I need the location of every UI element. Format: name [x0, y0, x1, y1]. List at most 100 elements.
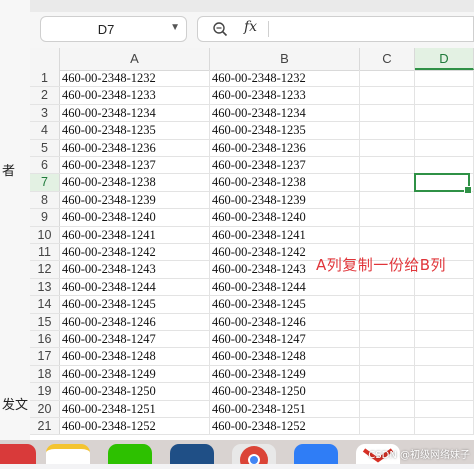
cell-a[interactable]: 460-00-2348-1252: [60, 418, 210, 435]
cell-d[interactable]: [415, 104, 474, 122]
row-header[interactable]: 4: [30, 122, 60, 139]
cell-a[interactable]: 460-00-2348-1248: [60, 348, 210, 365]
cell-d[interactable]: [415, 296, 474, 313]
cell-c[interactable]: [360, 226, 415, 243]
cell-a[interactable]: 460-00-2348-1233: [60, 87, 210, 104]
cell-b[interactable]: 460-00-2348-1252: [210, 418, 360, 435]
cell-b[interactable]: 460-00-2348-1248: [210, 348, 360, 365]
cell-b[interactable]: 460-00-2348-1237: [210, 157, 360, 174]
fill-handle[interactable]: [464, 186, 472, 195]
spreadsheet-grid[interactable]: A B C D 1 460-00-2348-1232 460-00-2348-123…: [30, 48, 474, 440]
cell-d[interactable]: [415, 313, 474, 330]
cell-b[interactable]: 460-00-2348-1232: [210, 70, 360, 87]
cell-c[interactable]: [360, 400, 415, 417]
cell-d[interactable]: [415, 226, 474, 243]
cell-b[interactable]: 460-00-2348-1246: [210, 313, 360, 330]
cell-b[interactable]: 460-00-2348-1241: [210, 226, 360, 243]
row-header[interactable]: 5: [30, 139, 60, 156]
row-header[interactable]: 1: [30, 70, 60, 87]
cell-c[interactable]: [360, 331, 415, 348]
formula-input[interactable]: fx: [197, 16, 474, 42]
cell-c[interactable]: [360, 139, 415, 156]
cell-d[interactable]: [415, 400, 474, 417]
cell-b[interactable]: 460-00-2348-1247: [210, 331, 360, 348]
cell-c[interactable]: [360, 70, 415, 87]
name-box[interactable]: D7 ▼: [40, 16, 187, 42]
cell-d[interactable]: [415, 122, 474, 139]
row-header[interactable]: 13: [30, 278, 60, 296]
row-header[interactable]: 19: [30, 383, 60, 400]
cell-a[interactable]: 460-00-2348-1243: [60, 261, 210, 278]
cell-a[interactable]: 460-00-2348-1245: [60, 296, 210, 313]
cell-c[interactable]: [360, 191, 415, 209]
cell-c[interactable]: [360, 278, 415, 296]
cell-a[interactable]: 460-00-2348-1242: [60, 244, 210, 261]
cell-a[interactable]: 460-00-2348-1244: [60, 278, 210, 296]
row-header[interactable]: 3: [30, 104, 60, 122]
row-header[interactable]: 12: [30, 261, 60, 278]
row-header[interactable]: 21: [30, 418, 60, 435]
row-header[interactable]: 15: [30, 313, 60, 330]
wechat-icon[interactable]: [108, 444, 152, 464]
app-red-icon[interactable]: [0, 444, 36, 464]
cell-b[interactable]: 460-00-2348-1236: [210, 139, 360, 156]
cell-b[interactable]: 460-00-2348-1244: [210, 278, 360, 296]
cell-a[interactable]: 460-00-2348-1234: [60, 104, 210, 122]
cell-b[interactable]: 460-00-2348-1234: [210, 104, 360, 122]
cell-c[interactable]: [360, 122, 415, 139]
notes-icon[interactable]: [46, 444, 90, 464]
cell-d[interactable]: [415, 157, 474, 174]
row-header[interactable]: 20: [30, 400, 60, 417]
cell-d[interactable]: [415, 209, 474, 226]
row-header[interactable]: 7: [30, 174, 60, 191]
cell-a[interactable]: 460-00-2348-1251: [60, 400, 210, 417]
cell-c[interactable]: [360, 296, 415, 313]
cell-a[interactable]: 460-00-2348-1236: [60, 139, 210, 156]
cell-c[interactable]: [360, 209, 415, 226]
cell-b[interactable]: 460-00-2348-1239: [210, 191, 360, 209]
cell-b[interactable]: 460-00-2348-1235: [210, 122, 360, 139]
cell-a[interactable]: 460-00-2348-1250: [60, 383, 210, 400]
row-header[interactable]: 6: [30, 157, 60, 174]
column-header-c[interactable]: C: [360, 48, 415, 70]
row-header[interactable]: 2: [30, 87, 60, 104]
cell-b[interactable]: 460-00-2348-1250: [210, 383, 360, 400]
row-header[interactable]: 10: [30, 226, 60, 243]
cell-a[interactable]: 460-00-2348-1232: [60, 70, 210, 87]
cell-b[interactable]: 460-00-2348-1240: [210, 209, 360, 226]
function-icon[interactable]: fx: [244, 19, 257, 35]
chevron-down-icon[interactable]: ▼: [170, 22, 180, 33]
cell-d[interactable]: [415, 383, 474, 400]
column-header-b[interactable]: B: [210, 48, 360, 70]
cell-c[interactable]: [360, 383, 415, 400]
row-header[interactable]: 9: [30, 209, 60, 226]
row-header[interactable]: 16: [30, 331, 60, 348]
cell-a[interactable]: 460-00-2348-1239: [60, 191, 210, 209]
cell-a[interactable]: 460-00-2348-1249: [60, 365, 210, 383]
cell-a[interactable]: 460-00-2348-1241: [60, 226, 210, 243]
dingtalk-icon[interactable]: [294, 444, 338, 464]
cell-b[interactable]: 460-00-2348-1238: [210, 174, 360, 191]
row-header[interactable]: 18: [30, 365, 60, 383]
column-header-a[interactable]: A: [60, 48, 210, 70]
row-header[interactable]: 17: [30, 348, 60, 365]
cell-b[interactable]: 460-00-2348-1251: [210, 400, 360, 417]
cell-d[interactable]: [415, 418, 474, 435]
cell-d[interactable]: [415, 278, 474, 296]
cell-c[interactable]: [360, 418, 415, 435]
cell-a[interactable]: 460-00-2348-1237: [60, 157, 210, 174]
cell-c[interactable]: [360, 348, 415, 365]
cell-a[interactable]: 460-00-2348-1240: [60, 209, 210, 226]
cell-d[interactable]: [415, 87, 474, 104]
cell-d[interactable]: [415, 348, 474, 365]
row-header[interactable]: 11: [30, 244, 60, 261]
cell-c[interactable]: [360, 174, 415, 191]
cell-c[interactable]: [360, 87, 415, 104]
cell-b[interactable]: 460-00-2348-1249: [210, 365, 360, 383]
cell-a[interactable]: 460-00-2348-1235: [60, 122, 210, 139]
chrome-icon[interactable]: [232, 444, 276, 469]
cell-c[interactable]: [360, 313, 415, 330]
cell-a[interactable]: 460-00-2348-1246: [60, 313, 210, 330]
cell-b[interactable]: 460-00-2348-1233: [210, 87, 360, 104]
column-header-d[interactable]: D: [415, 48, 474, 70]
